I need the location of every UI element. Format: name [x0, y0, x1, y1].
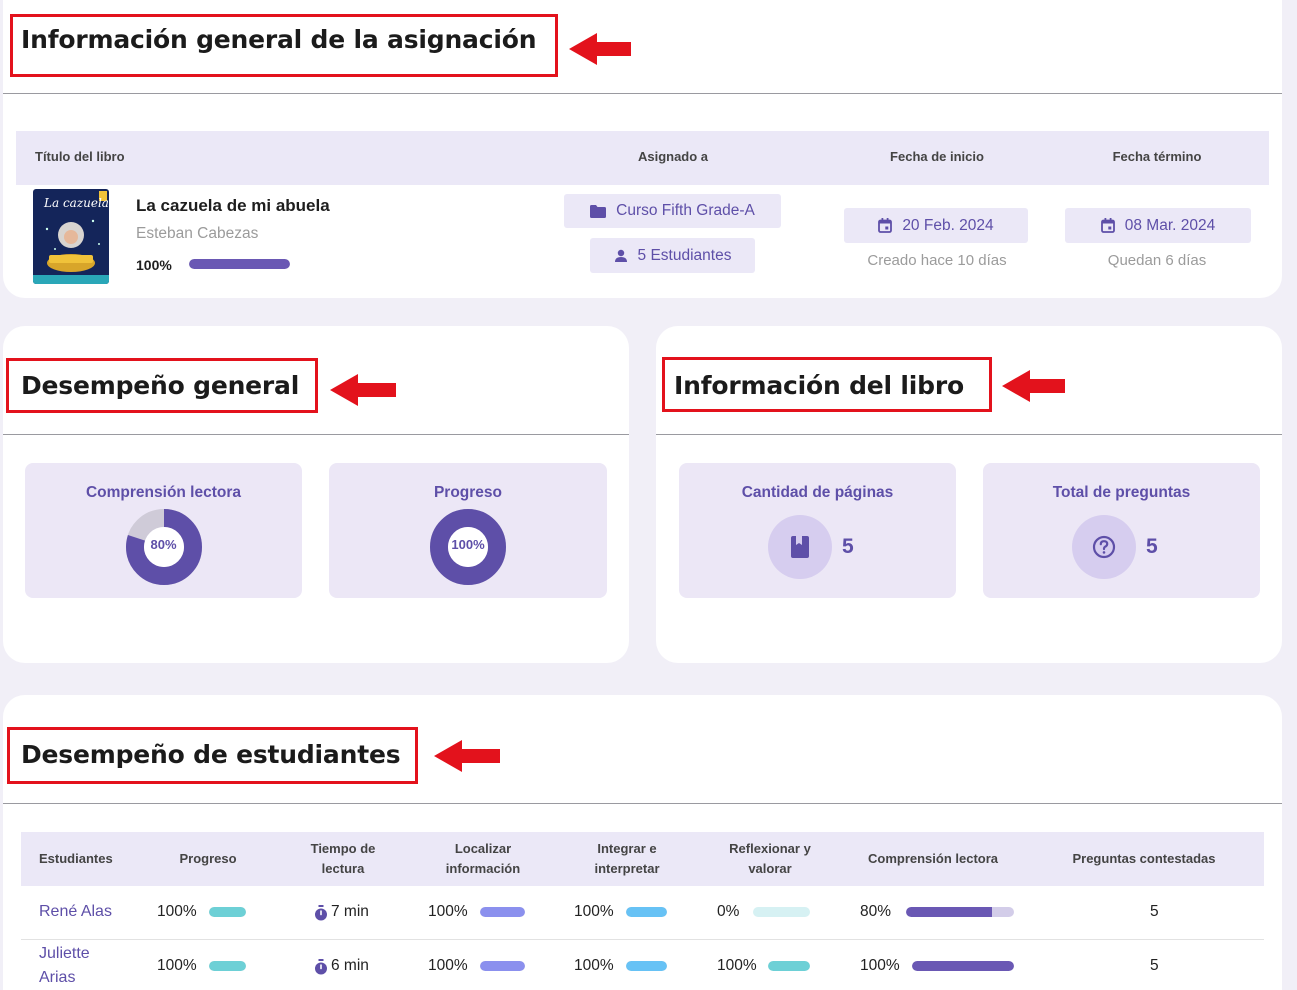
students-chip-label: 5 Estudiantes: [637, 246, 732, 264]
students-section-title: Desempeño de estudiantes: [21, 740, 401, 769]
header-answered: Preguntas contestadas: [1072, 851, 1216, 866]
book-info-divider: [656, 434, 1282, 435]
person-icon: [614, 249, 627, 262]
comprehension-bar: [906, 907, 1014, 917]
questions-icon-circle: [1072, 515, 1136, 579]
arrow-left-icon: [1002, 370, 1065, 402]
book-info-section-title: Información del libro: [674, 371, 964, 400]
progress-bar: [209, 907, 246, 917]
start-date-chip: 20 Feb. 2024: [844, 208, 1028, 243]
course-chip-label: Curso Fifth Grade-A: [616, 202, 755, 219]
locate-value: 100%: [428, 903, 468, 920]
locate-bar: [480, 961, 525, 971]
reflect-value: 0%: [717, 903, 740, 920]
integrate-bar: [626, 961, 667, 971]
header-locate-line1: Localizar: [454, 841, 512, 856]
progress-bar: [209, 961, 246, 971]
header-reading-time: Tiempo de lectura: [311, 839, 376, 879]
folder-icon: [590, 204, 607, 218]
students-divider: [3, 803, 1282, 804]
performance-divider: [3, 434, 629, 435]
comprehension-value: 80%: [860, 903, 892, 920]
header-start-date: Fecha de inicio: [890, 149, 984, 164]
header-reading-time-line1: Tiempo de: [310, 841, 376, 856]
performance-section-title: Desempeño general: [21, 371, 300, 400]
assignment-divider: [3, 93, 1282, 94]
pages-icon-circle: [768, 515, 832, 579]
questions-tile: Total de preguntas 5: [983, 463, 1260, 598]
locate-value: 100%: [428, 957, 468, 974]
student-name-link[interactable]: René Alas: [39, 900, 112, 924]
end-date-label: 08 Mar. 2024: [1124, 216, 1216, 234]
reflect-bar: [753, 907, 810, 917]
header-book-title: Título del libro: [35, 149, 125, 164]
start-date-label: 20 Feb. 2024: [902, 216, 994, 234]
header-end-date: Fecha término: [1112, 149, 1202, 164]
progress-value: 100%: [157, 903, 197, 920]
reflect-value: 100%: [717, 957, 757, 974]
reading-time: 6 min: [331, 957, 369, 974]
assignment-section-title: Información general de la asignación: [21, 25, 537, 54]
end-date-note: Quedan 6 días: [1107, 252, 1207, 269]
reflect-bar: [768, 961, 810, 971]
comprehension-value: 100%: [860, 957, 900, 974]
book-progress-label: 100%: [136, 257, 172, 273]
header-integrate-line1: Integrar e: [597, 841, 657, 856]
pages-tile: Cantidad de páginas 5: [679, 463, 956, 598]
calendar-icon: [1100, 218, 1115, 233]
progress-value: 100%: [157, 957, 197, 974]
header-student: Estudiantes: [39, 851, 113, 866]
questions-label: Total de preguntas: [1052, 484, 1191, 501]
header-locate: Localizar información: [446, 839, 520, 879]
book-progress-bar: [189, 259, 290, 269]
answered-value: 5: [1150, 903, 1159, 920]
header-integrate: Integrar e interpretar: [594, 839, 659, 879]
end-date-chip: 08 Mar. 2024: [1065, 208, 1251, 243]
locate-bar: [480, 907, 525, 917]
header-integrate-line2: interpretar: [594, 861, 660, 876]
header-reflect-line1: Reflexionar y: [729, 841, 811, 856]
calendar-icon: [878, 218, 893, 233]
help-circle-icon: [1092, 535, 1116, 559]
timer-icon: [315, 905, 327, 921]
reading-comprehension-donut: 80%: [125, 508, 203, 586]
book-title[interactable]: La cazuela de mi abuela: [136, 196, 330, 216]
answered-value: 5: [1150, 957, 1159, 974]
book-cover-text: La cazuela: [44, 196, 109, 210]
progress-donut: 100%: [429, 508, 507, 586]
header-progress: Progreso: [179, 851, 237, 866]
integrate-bar: [626, 907, 667, 917]
integrate-value: 100%: [574, 903, 614, 920]
arrow-left-icon: [569, 33, 631, 65]
progress-value: 100%: [451, 537, 485, 552]
course-chip[interactable]: Curso Fifth Grade-A: [564, 194, 781, 228]
pages-value: 5: [842, 535, 854, 558]
reading-comprehension-label: Comprensión lectora: [85, 484, 242, 501]
header-assigned-to: Asignado a: [637, 149, 709, 164]
book-author: Esteban Cabezas: [136, 225, 259, 242]
start-date-note: Creado hace 10 días: [867, 252, 1007, 269]
arrow-left-icon: [434, 740, 500, 772]
header-comprehension: Comprensión lectora: [867, 851, 999, 866]
header-reading-time-line2: lectura: [321, 861, 365, 876]
book-icon: [791, 536, 809, 558]
student-name-link[interactable]: Juliette Arias: [39, 942, 119, 990]
reading-time: 7 min: [331, 903, 369, 920]
reading-comprehension-value: 80%: [150, 537, 177, 552]
reading-comprehension-tile: Comprensión lectora 80%: [25, 463, 302, 598]
header-locate-line2: información: [445, 861, 521, 876]
timer-icon: [315, 959, 327, 975]
arrow-left-icon: [330, 374, 396, 406]
pages-label: Cantidad de páginas: [741, 484, 894, 501]
header-reflect: Reflexionar y valorar: [729, 839, 811, 879]
comprehension-bar: [912, 961, 1014, 971]
header-reflect-line2: valorar: [748, 861, 792, 876]
questions-value: 5: [1146, 535, 1158, 558]
row-divider: [21, 939, 1264, 940]
progress-tile: Progreso 100%: [329, 463, 607, 598]
integrate-value: 100%: [574, 957, 614, 974]
students-chip[interactable]: 5 Estudiantes: [590, 238, 755, 273]
progress-label: Progreso: [433, 484, 503, 501]
